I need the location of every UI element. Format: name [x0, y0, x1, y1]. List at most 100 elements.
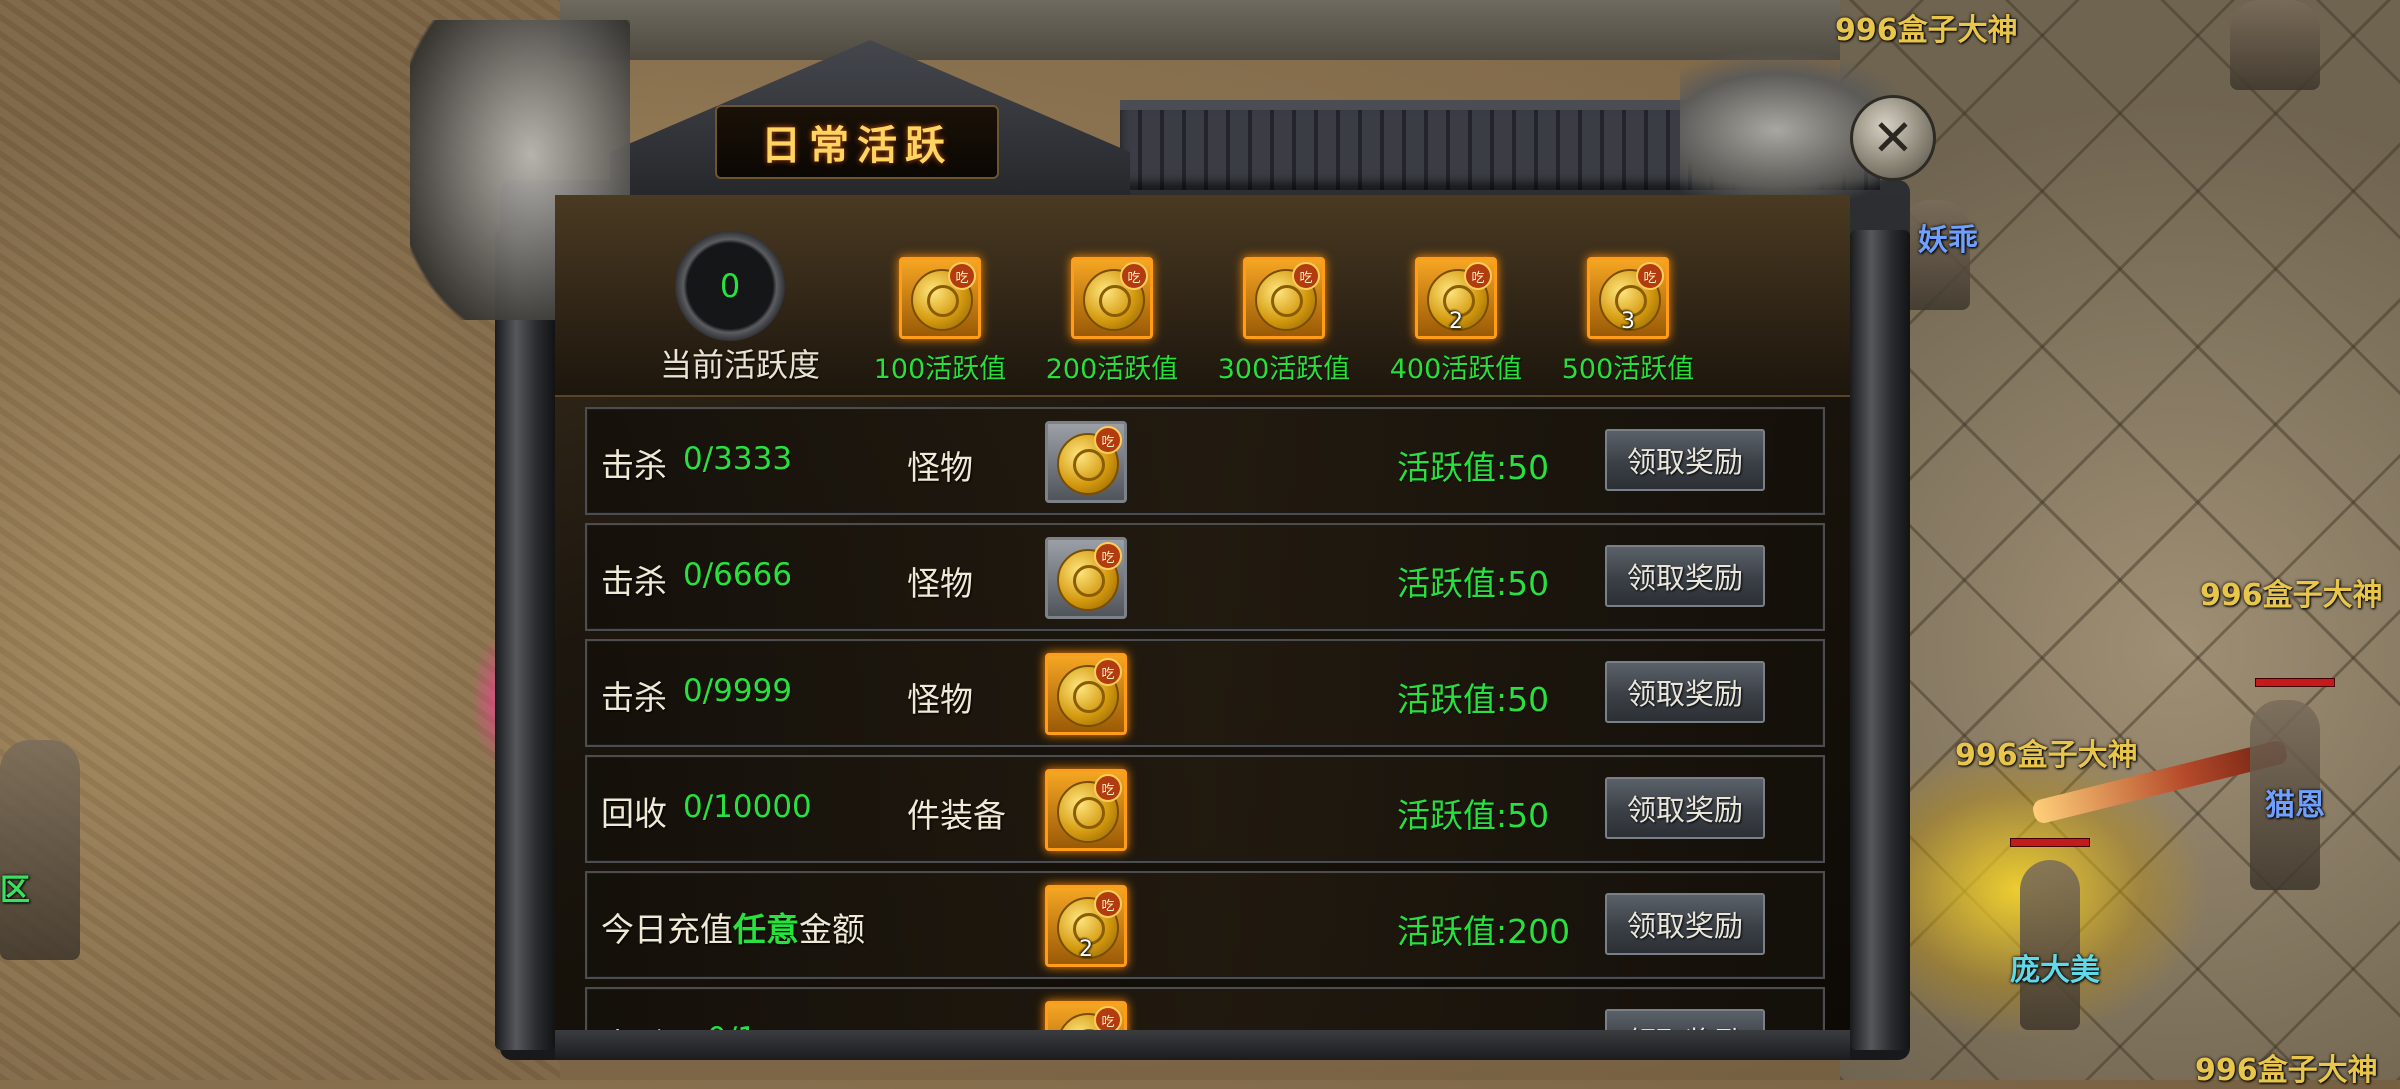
pillar-left: [495, 230, 555, 1050]
task-target: 遗迹怪物: [807, 1021, 939, 1030]
task-progress: 0/1: [707, 1021, 757, 1030]
claim-reward-button[interactable]: 领取奖励: [1605, 429, 1765, 491]
activity-header: 0 当前活跃度 吃 100活跃值 吃 200活跃值 吃 300活跃值 吃 2 4…: [555, 195, 1850, 397]
player-name[interactable]: 猫恩: [2265, 780, 2325, 824]
game-world-top: [560, 0, 1840, 60]
player-name[interactable]: 996盒子大神: [2200, 570, 2383, 614]
milestone-100: 吃 100活跃值: [860, 257, 1020, 386]
close-icon: ✕: [1872, 109, 1914, 167]
panel-title-plate: 日常活跃: [715, 105, 999, 179]
milestone-label: 300活跃值: [1217, 354, 1351, 385]
close-button[interactable]: ✕: [1850, 95, 1936, 181]
task-target: 件装备: [907, 796, 1006, 835]
task-verb: 击杀: [601, 446, 667, 485]
hp-bar: [2255, 678, 2335, 687]
claim-reward-button[interactable]: 领取奖励: [1605, 893, 1765, 955]
milestone-reward-icon[interactable]: 吃: [1071, 257, 1153, 339]
task-reward-icon: 吃: [1045, 421, 1127, 503]
task-target: 怪物: [907, 680, 973, 719]
milestone-500: 吃 3 500活跃值: [1548, 257, 1708, 386]
reward-badge-icon: 吃: [1094, 890, 1122, 918]
reward-badge-icon: 吃: [948, 262, 976, 290]
activity-ring: 0: [675, 231, 785, 341]
task-reward-icon: 吃: [1045, 1001, 1127, 1030]
milestone-reward-icon[interactable]: 吃 3: [1587, 257, 1669, 339]
character-sprite[interactable]: [0, 740, 80, 960]
reward-quantity: 2: [1449, 309, 1463, 334]
player-name[interactable]: 庞大美: [2010, 945, 2100, 989]
reward-badge-icon: 吃: [1094, 658, 1122, 686]
task-verb: 击杀: [601, 1019, 667, 1030]
task-row: 击杀 0/9999 怪物 吃 活跃值:50 领取奖励: [585, 639, 1825, 747]
milestone-300: 吃 300活跃值: [1204, 257, 1364, 386]
task-row: 回收 0/10000 件装备 吃 活跃值:50 领取奖励: [585, 755, 1825, 863]
milestone-label: 400活跃值: [1389, 354, 1523, 385]
reward-badge-icon: 吃: [1094, 426, 1122, 454]
task-row: 击杀 0/3333 怪物 吃 活跃值:50 领取奖励: [585, 407, 1825, 515]
task-points: 活跃值:50: [1397, 796, 1550, 835]
task-reward-slot[interactable]: 吃: [1045, 769, 1127, 851]
task-reward-slot[interactable]: 吃: [1045, 653, 1127, 735]
task-verb-suffix: 金额: [799, 910, 865, 949]
panel-bottom-rail: [555, 1030, 1850, 1060]
milestone-reward-icon[interactable]: 吃: [1243, 257, 1325, 339]
player-name[interactable]: 996盒子大神: [1955, 730, 2138, 774]
task-reward-slot[interactable]: 吃: [1045, 537, 1127, 619]
player-name[interactable]: 996盒子大神: [2195, 1045, 2378, 1089]
task-reward-slot[interactable]: 吃 2: [1045, 885, 1127, 967]
task-highlight: 任意: [733, 910, 799, 949]
task-row: 击杀 0/6666 怪物 吃 活跃值:50 领取奖励: [585, 523, 1825, 631]
milestone-label: 100活跃值: [873, 354, 1007, 385]
task-reward-icon: 吃: [1045, 537, 1127, 619]
task-verb: 今日充值: [601, 910, 733, 949]
reward-badge-icon: 吃: [1094, 774, 1122, 802]
task-row: 今日充值任意金额 吃 2 活跃值:200 领取奖励: [585, 871, 1825, 979]
task-reward-icon: 吃 2: [1045, 885, 1127, 967]
task-reward-slot[interactable]: 吃: [1045, 1001, 1127, 1030]
claim-reward-button[interactable]: 领取奖励: [1605, 777, 1765, 839]
milestone-label: 500活跃值: [1561, 354, 1695, 385]
task-target: 怪物: [907, 564, 973, 603]
task-description: 今日充值任意金额: [601, 903, 865, 951]
milestone-400: 吃 2 400活跃值: [1376, 257, 1536, 386]
claim-reward-button[interactable]: 领取奖励: [1605, 545, 1765, 607]
reward-badge-icon: 吃: [1292, 262, 1320, 290]
reward-quantity: 2: [1079, 937, 1093, 962]
milestone-label: 200活跃值: [1045, 354, 1179, 385]
task-points: 活跃值:50: [1397, 680, 1550, 719]
task-reward-slot[interactable]: 吃: [1045, 421, 1127, 503]
task-points: 活跃值:50: [1397, 1021, 1549, 1030]
milestone-reward-icon[interactable]: 吃: [899, 257, 981, 339]
panel-content: 0 当前活跃度 吃 100活跃值 吃 200活跃值 吃 300活跃值 吃 2 4…: [555, 195, 1850, 1030]
task-verb: 回收: [601, 794, 667, 833]
player-name[interactable]: 区: [0, 865, 30, 909]
task-points: 活跃值:50: [1397, 564, 1550, 603]
task-progress: 0/6666: [683, 557, 793, 593]
claim-reward-button[interactable]: 领取奖励: [1605, 1009, 1765, 1030]
task-list[interactable]: 击杀 0/3333 怪物 吃 活跃值:50 领取奖励 击杀 0/6666 怪物 …: [585, 407, 1825, 1030]
reward-badge-icon: 吃: [1094, 542, 1122, 570]
milestone-reward-icon[interactable]: 吃 2: [1415, 257, 1497, 339]
current-activity-label: 当前活跃度: [659, 346, 820, 384]
reward-badge-icon: 吃: [1094, 1006, 1122, 1030]
task-reward-icon: 吃: [1045, 769, 1127, 851]
task-progress: 0/10000: [683, 789, 812, 825]
claim-reward-button[interactable]: 领取奖励: [1605, 661, 1765, 723]
task-verb: 击杀: [601, 562, 667, 601]
task-progress: 0/3333: [683, 441, 793, 477]
player-name[interactable]: 妖乖: [1918, 215, 1978, 259]
player-name[interactable]: 996盒子大神: [1835, 5, 2018, 49]
milestone-200: 吃 200活跃值: [1032, 257, 1192, 386]
current-activity-value: 0: [719, 267, 741, 305]
task-target: 怪物: [907, 448, 973, 487]
reward-badge-icon: 吃: [1636, 262, 1664, 290]
task-points: 活跃值:50: [1397, 448, 1550, 487]
pillar-right: [1850, 230, 1910, 1050]
character-sprite[interactable]: [2230, 0, 2320, 90]
task-row: 击杀 0/1 遗迹怪物 吃 活跃值:50 领取奖励: [585, 987, 1825, 1030]
task-verb: 击杀: [601, 678, 667, 717]
task-progress: 0/9999: [683, 673, 793, 709]
reward-badge-icon: 吃: [1120, 262, 1148, 290]
reward-quantity: 3: [1621, 309, 1635, 334]
panel-title: 日常活跃: [761, 123, 953, 169]
